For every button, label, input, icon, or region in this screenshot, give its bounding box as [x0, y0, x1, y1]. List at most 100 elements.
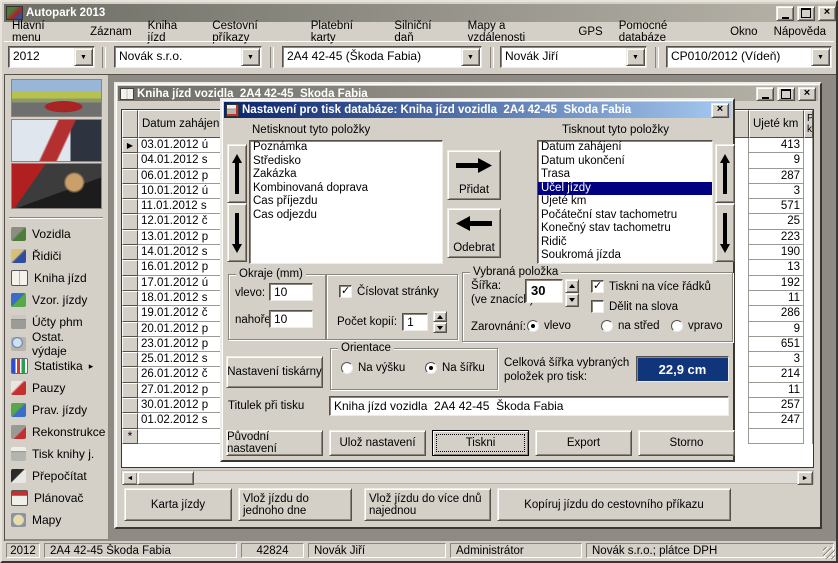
record-selector-cell[interactable] — [122, 383, 138, 398]
record-selector-cell[interactable] — [122, 199, 138, 214]
record-selector-cell[interactable] — [122, 153, 138, 168]
km-cell[interactable]: 287 — [749, 169, 804, 184]
km-cell[interactable]: 190 — [749, 245, 804, 260]
horizontal-scrollbar[interactable]: ◄ ► — [121, 470, 814, 484]
record-selector-cell[interactable] — [122, 291, 138, 306]
sidebar-item[interactable]: Mapy — [5, 509, 108, 531]
spinner-up-icon[interactable] — [433, 311, 447, 322]
kopiruj-jizdu-button[interactable]: Kopíruj jízdu do cestovního příkazu — [497, 488, 731, 521]
sidebar-item[interactable]: Přepočítat — [5, 465, 108, 487]
list-item[interactable]: Poznámka — [250, 141, 442, 155]
align-right-radio[interactable] — [671, 320, 683, 332]
multiline-checkbox[interactable] — [591, 280, 604, 293]
record-selector-cell[interactable] — [122, 337, 138, 352]
record-selector-cell[interactable] — [122, 230, 138, 245]
move-up-button[interactable] — [227, 144, 247, 203]
close-button[interactable]: × — [818, 6, 836, 21]
sidebar-item[interactable]: Vzor. jízdy — [5, 289, 108, 311]
print-button[interactable]: Tiskni — [432, 430, 529, 456]
portrait-radio[interactable] — [341, 362, 353, 374]
landscape-radio[interactable] — [425, 362, 437, 374]
list-item[interactable]: Čas příjezdu — [250, 195, 442, 209]
record-selector-cell[interactable] — [122, 413, 138, 428]
copies-field[interactable]: 1 — [402, 313, 428, 331]
list-item[interactable]: Ujeté km — [538, 195, 712, 209]
chevron-down-icon[interactable]: ▼ — [811, 48, 830, 66]
printer-setup-button[interactable]: Nastavení tiskárny — [226, 356, 323, 388]
record-selector-cell[interactable] — [122, 184, 138, 199]
chevron-down-icon[interactable]: ▼ — [241, 48, 260, 66]
km-cell[interactable]: 223 — [749, 230, 804, 245]
vloz-jizdu-vice-dnu-button[interactable]: Vlož jízdu do více dnů najednou — [364, 488, 491, 521]
sidebar-item[interactable]: Pauzy — [5, 377, 108, 399]
km-cell[interactable]: 13 — [749, 260, 804, 275]
km-cell[interactable]: 9 — [749, 153, 804, 168]
record-selector-cell[interactable] — [122, 398, 138, 413]
list-item[interactable]: Datum ukončení — [538, 155, 712, 169]
copies-spinner[interactable] — [433, 311, 447, 333]
resize-grip[interactable] — [823, 547, 835, 559]
km-cell[interactable]: 9 — [749, 322, 804, 337]
list-item[interactable]: Řidič — [538, 236, 712, 250]
chevron-down-icon[interactable]: ▼ — [626, 48, 645, 66]
margin-left-field[interactable]: 10 — [269, 283, 313, 301]
list-item[interactable]: Trasa — [538, 168, 712, 182]
year-combo[interactable]: 2012 ▼ — [8, 46, 95, 68]
karta-jizdy-button[interactable]: Karta jízdy — [124, 488, 232, 521]
km-cell[interactable]: 11 — [749, 383, 804, 398]
menu-item[interactable]: GPS — [570, 24, 610, 40]
list-item[interactable]: Středisko — [250, 155, 442, 169]
sidebar-item[interactable]: Ostat. výdaje — [5, 333, 108, 355]
menu-item[interactable]: Okno — [722, 24, 766, 40]
move-up-button[interactable] — [715, 144, 735, 203]
original-settings-button[interactable]: Původní nastavení — [226, 430, 323, 456]
number-pages-checkbox[interactable] — [339, 285, 352, 298]
save-settings-button[interactable]: Ulož nastavení — [329, 430, 426, 456]
align-center-radio[interactable] — [601, 320, 613, 332]
chevron-down-icon[interactable]: ▼ — [461, 48, 480, 66]
km-cell[interactable]: 11 — [749, 291, 804, 306]
trip-order-combo[interactable]: CP010/2012 (Vídeň) ▼ — [666, 46, 832, 68]
new-record-km-cell[interactable] — [749, 429, 804, 444]
km-cell[interactable]: 247 — [749, 413, 804, 428]
close-button[interactable]: × — [798, 87, 816, 101]
vehicle-combo[interactable]: 2A4 42-45 (Škoda Fabia) ▼ — [282, 46, 482, 68]
list-item[interactable]: Počáteční stav tachometru — [538, 209, 712, 223]
company-combo[interactable]: Novák s.r.o. ▼ — [114, 46, 262, 68]
move-down-button[interactable] — [715, 203, 735, 262]
sidebar-item[interactable]: Tisk knihy j. — [5, 443, 108, 465]
km-cell[interactable]: 257 — [749, 398, 804, 413]
sidebar-item[interactable]: Kniha jízd — [5, 267, 108, 289]
list-item[interactable]: Účel jízdy — [538, 182, 712, 196]
km-cell[interactable]: 571 — [749, 199, 804, 214]
menu-item[interactable]: Záznam — [82, 24, 140, 40]
list-item[interactable]: Konečný stav tachometru — [538, 222, 712, 236]
print-title-field[interactable]: Kniha jízd vozidla 2A4 42-45 Škoda Fabia — [329, 396, 729, 416]
record-selector-cell[interactable] — [122, 367, 138, 382]
list-item[interactable]: Kombinovaná doprava — [250, 182, 442, 196]
remove-button[interactable]: Odebrat — [447, 208, 501, 258]
list-item[interactable]: Soukromá jízda — [538, 249, 712, 263]
sidebar-item[interactable]: Rekonstrukce — [5, 421, 108, 443]
record-selector-cell[interactable] — [122, 276, 138, 291]
width-field[interactable]: 30 — [525, 279, 563, 303]
sidebar-item[interactable]: Řidiči — [5, 245, 108, 267]
sidebar-item[interactable]: Vozidla — [5, 223, 108, 245]
record-selector-cell[interactable]: ▶ — [122, 138, 138, 153]
record-selector-cell[interactable] — [122, 352, 138, 367]
cancel-button[interactable]: Storno — [638, 430, 735, 456]
km-cell[interactable]: 192 — [749, 276, 804, 291]
list-item[interactable]: Zakázka — [250, 168, 442, 182]
move-down-button[interactable] — [227, 203, 247, 262]
spinner-down-icon[interactable] — [565, 293, 579, 307]
scroll-right-button[interactable]: ► — [797, 471, 813, 485]
margin-top-field[interactable]: 10 — [269, 310, 313, 328]
maximize-button[interactable] — [797, 6, 815, 21]
sidebar-item[interactable]: Plánovač — [5, 487, 108, 509]
export-button[interactable]: Export — [535, 430, 632, 456]
chevron-down-icon[interactable]: ▼ — [74, 48, 93, 66]
km-cell[interactable]: 3 — [749, 352, 804, 367]
record-selector-cell[interactable] — [122, 245, 138, 260]
add-button[interactable]: Přidat — [447, 150, 501, 200]
menu-item[interactable]: Nápověda — [766, 24, 834, 40]
